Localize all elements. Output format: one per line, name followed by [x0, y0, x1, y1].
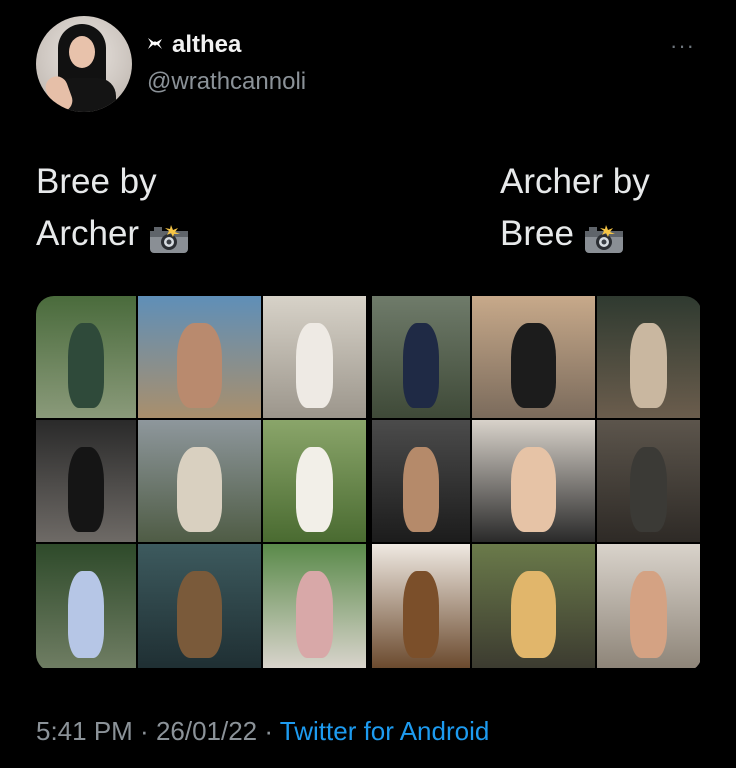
man-seated-portrait-photo[interactable] — [372, 420, 470, 542]
meta-separator: · — [257, 716, 280, 746]
photo-subject — [403, 446, 439, 533]
man-chopping-wood-photo[interactable] — [597, 296, 700, 418]
tweet-line: Archer — [36, 214, 140, 253]
author-display-name[interactable]: althea — [172, 31, 241, 59]
man-kitchen-child-photo[interactable] — [597, 544, 700, 668]
photo-subject — [629, 571, 668, 659]
author-avatar[interactable] — [36, 16, 132, 112]
photo-subject — [511, 446, 556, 533]
tweet-line: Archer by — [500, 162, 650, 201]
tweet-source-link[interactable]: Twitter for Android — [280, 716, 490, 746]
photo-subject — [511, 322, 556, 409]
photo-subject — [177, 571, 222, 659]
woman-pool-photo[interactable] — [138, 544, 261, 668]
tweet-media[interactable] — [36, 296, 702, 672]
more-options-icon[interactable]: ··· — [670, 33, 695, 59]
woman-garden-photo[interactable] — [36, 544, 136, 668]
man-carrying-child-photo[interactable] — [372, 296, 470, 418]
man-brown-jacket-photo[interactable] — [372, 544, 470, 668]
tweet-meta: 5:41 PM · 26/01/22 · Twitter for Android — [36, 716, 489, 747]
photo-subject — [68, 446, 104, 533]
author-handle[interactable]: @wrathcannoli — [147, 68, 306, 96]
meta-separator: · — [132, 716, 156, 746]
man-holding-baby-photo[interactable] — [472, 420, 595, 542]
photo-subject — [511, 571, 556, 659]
photo-subject — [295, 571, 334, 659]
photo-subject — [629, 446, 668, 533]
tweet-date[interactable]: 26/01/22 — [156, 716, 257, 746]
photo-subject — [295, 446, 334, 533]
woman-mirror-photo[interactable] — [36, 420, 136, 542]
photo-subject — [177, 446, 222, 533]
photo-subject — [403, 322, 439, 409]
tweet-line-with-emoji: Archer — [36, 208, 189, 260]
tweet-line: Bree — [500, 214, 574, 253]
photo-subject — [629, 322, 668, 409]
tweet-line-with-emoji: Bree — [500, 208, 650, 260]
camera-with-flash-icon — [149, 217, 189, 254]
tweet-line: Bree by — [36, 162, 157, 201]
tweet-text-left: Bree by Archer — [36, 156, 189, 260]
photo-subject — [177, 322, 222, 409]
woman-bicycle-photo[interactable] — [36, 296, 136, 418]
tweet-text-right: Archer by Bree — [500, 156, 650, 260]
photo-subject — [403, 571, 439, 659]
tweet-time[interactable]: 5:41 PM — [36, 716, 133, 746]
camera-with-flash-icon — [584, 217, 624, 254]
photo-collage-right[interactable] — [372, 296, 702, 672]
photo-collage-left[interactable] — [36, 296, 366, 672]
photo-subject — [295, 322, 334, 409]
man-jacket-portrait-photo[interactable] — [597, 420, 700, 542]
photo-subject — [68, 322, 104, 409]
man-with-dogs-photo[interactable] — [472, 544, 595, 668]
avatar-face — [69, 36, 95, 68]
man-beach-dog-photo[interactable] — [472, 296, 595, 418]
woman-white-dress-field-photo[interactable] — [263, 420, 366, 542]
author-name-row[interactable]: althea — [146, 31, 241, 59]
woman-pink-dress-pool-photo[interactable] — [263, 544, 366, 668]
woman-beach-crouch-photo[interactable] — [138, 296, 261, 418]
photo-subject — [68, 571, 104, 659]
woman-dog-hills-photo[interactable] — [138, 420, 261, 542]
bow-icon — [146, 35, 164, 56]
woman-kitchen-photo[interactable] — [263, 296, 366, 418]
